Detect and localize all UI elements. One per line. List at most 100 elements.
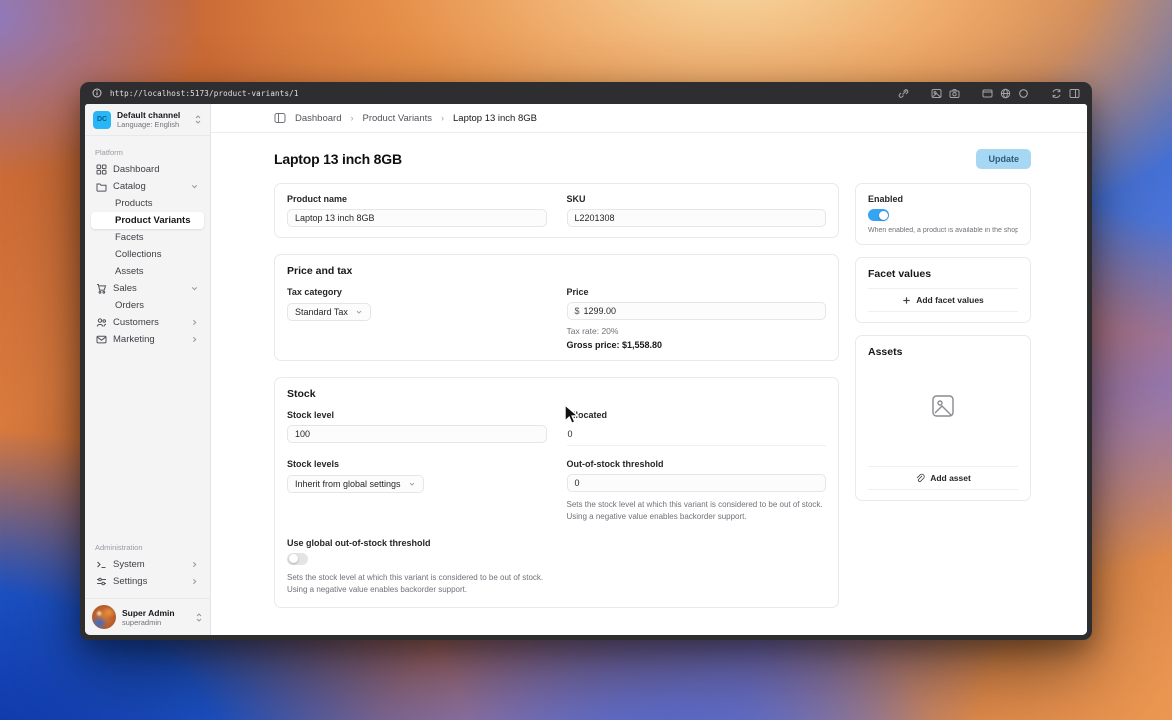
- chevron-right-icon: [190, 318, 199, 327]
- global-oos-help: Sets the stock level at which this varia…: [287, 572, 544, 595]
- enabled-card: Enabled When enabled, a product is avail…: [855, 183, 1031, 245]
- update-button[interactable]: Update: [976, 149, 1031, 169]
- channel-selector[interactable]: DC Default channel Language: English: [85, 104, 210, 136]
- stock-levels-value: Inherit from global settings: [295, 479, 401, 489]
- link-icon[interactable]: [898, 88, 909, 99]
- stock-levels-select[interactable]: Inherit from global settings: [287, 475, 424, 493]
- admin-app: DC Default channel Language: English Pla…: [85, 104, 1087, 635]
- stock-level-label: Stock level: [287, 410, 335, 420]
- enabled-toggle[interactable]: [868, 209, 889, 221]
- oos-threshold-help: Sets the stock level at which this varia…: [566, 500, 823, 522]
- channel-language: Language: English: [117, 120, 180, 129]
- facet-values-card: Facet values Add facet values: [855, 257, 1031, 323]
- updown-chevron-icon: [195, 115, 201, 124]
- stock-title: Stock: [287, 388, 316, 400]
- sidebar-item-collections[interactable]: Collections: [91, 246, 204, 263]
- sidebar-item-customers[interactable]: Customers: [91, 314, 204, 331]
- sidebar-item-facets[interactable]: Facets: [91, 229, 204, 246]
- sku-input[interactable]: L2201308: [566, 209, 826, 227]
- add-facet-values-button[interactable]: Add facet values: [868, 288, 1018, 312]
- panel-toggle-icon[interactable]: [274, 112, 286, 124]
- name-sku-card: Product name Laptop 13 inch 8GB SKU L220…: [274, 183, 839, 238]
- price-tax-title: Price and tax: [287, 265, 353, 277]
- user-role: superadmin: [122, 617, 162, 627]
- sidebar-item-label: Customers: [113, 317, 159, 328]
- sidebar-item-label: System: [113, 559, 145, 570]
- sidebar-item-label: Orders: [115, 300, 145, 311]
- sidebar-item-label: Sales: [113, 283, 137, 294]
- chevron-right-icon: [190, 560, 199, 569]
- sidebar-item-label: Marketing: [113, 334, 155, 345]
- product-name-label: Product name: [287, 194, 348, 204]
- catalog-icon: [96, 181, 107, 192]
- breadcrumb-item[interactable]: Product Variants: [362, 113, 432, 124]
- customers-icon: [96, 317, 107, 328]
- allocated-label: Allocated: [566, 410, 608, 420]
- url-text[interactable]: http://localhost:5173/product-variants/1: [110, 89, 299, 98]
- marketing-icon: [96, 334, 107, 345]
- sidebar-item-label: Dashboard: [113, 164, 160, 175]
- screenshot-icon[interactable]: [931, 88, 942, 99]
- sidebar-item-products[interactable]: Products: [91, 195, 204, 212]
- breadcrumb: Dashboard › Product Variants › Laptop 13…: [211, 104, 1087, 133]
- global-oos-toggle[interactable]: [287, 552, 308, 565]
- channel-avatar: DC: [93, 110, 111, 129]
- sidebar-item-label: Facets: [115, 232, 144, 243]
- add-facet-values-label: Add facet values: [916, 295, 984, 305]
- add-asset-button[interactable]: Add asset: [868, 466, 1018, 490]
- page-scroll-area[interactable]: Laptop 13 inch 8GB Update Product name L…: [211, 133, 1087, 635]
- record-icon[interactable]: [1018, 88, 1029, 99]
- window-titlebar: http://localhost:5173/product-variants/1: [80, 82, 1092, 104]
- channel-name: Default channel: [117, 110, 181, 120]
- stock-card: Stock Stock level 100 Allocated 0 Stock …: [274, 377, 839, 608]
- chevron-down-icon: [409, 482, 414, 486]
- oos-threshold-input[interactable]: 0: [566, 474, 826, 492]
- product-name-input[interactable]: Laptop 13 inch 8GB: [287, 209, 547, 227]
- dashboard-icon: [96, 164, 107, 175]
- chevron-right-icon: [190, 577, 199, 586]
- facet-values-title: Facet values: [868, 268, 932, 280]
- stock-level-input[interactable]: 100: [287, 425, 547, 443]
- sidebar-item-dashboard[interactable]: Dashboard: [91, 161, 204, 178]
- enabled-label: Enabled: [868, 194, 904, 204]
- sidebar-item-sales[interactable]: Sales: [91, 280, 204, 297]
- desktop-wallpaper: http://localhost:5173/product-variants/1: [0, 0, 1172, 720]
- price-input[interactable]: $ 1299.00: [566, 302, 826, 320]
- paperclip-icon: [916, 473, 925, 482]
- stock-levels-label: Stock levels: [287, 459, 340, 469]
- camera-icon[interactable]: [949, 88, 960, 99]
- gross-price-text: Gross price: $1,558.80: [566, 340, 663, 350]
- sidebar-icon[interactable]: [1069, 88, 1080, 99]
- oos-threshold-value: 0: [574, 478, 580, 488]
- user-menu[interactable]: Super Admin superadmin: [85, 598, 210, 635]
- stock-level-value: 100: [295, 429, 311, 439]
- sidebar-item-assets[interactable]: Assets: [91, 263, 204, 280]
- product-name-value: Laptop 13 inch 8GB: [295, 213, 375, 223]
- user-name: Super Admin: [122, 607, 175, 618]
- sidebar-item-label: Assets: [115, 266, 144, 277]
- info-icon: [92, 88, 102, 98]
- sidebar-item-catalog[interactable]: Catalog: [91, 178, 204, 195]
- assets-title: Assets: [868, 346, 903, 358]
- sidebar-item-orders[interactable]: Orders: [91, 297, 204, 314]
- global-oos-label: Use global out-of-stock threshold: [287, 537, 431, 548]
- tax-category-select[interactable]: Standard Tax: [287, 303, 371, 321]
- sliders-icon: [96, 576, 107, 587]
- sync-icon[interactable]: [1051, 88, 1062, 99]
- tax-category-label: Tax category: [287, 287, 342, 297]
- window-icon[interactable]: [982, 88, 993, 99]
- tax-rate-text: Tax rate: 20%: [566, 326, 619, 336]
- sidebar-item-label: Catalog: [113, 181, 146, 192]
- sidebar-item-product-variants[interactable]: Product Variants: [91, 212, 204, 229]
- sidebar-item-settings[interactable]: Settings: [91, 573, 204, 590]
- image-placeholder-icon: [932, 395, 954, 417]
- terminal-icon: [96, 559, 107, 570]
- sidebar-item-label: Collections: [115, 249, 162, 260]
- main-content: Dashboard › Product Variants › Laptop 13…: [211, 104, 1087, 635]
- breadcrumb-item[interactable]: Dashboard: [295, 113, 341, 124]
- sidebar-item-marketing[interactable]: Marketing: [91, 331, 204, 348]
- globe-icon[interactable]: [1000, 88, 1011, 99]
- sidebar-item-system[interactable]: System: [91, 556, 204, 573]
- chevron-right-icon: [190, 335, 199, 344]
- breadcrumb-separator: ›: [350, 113, 354, 123]
